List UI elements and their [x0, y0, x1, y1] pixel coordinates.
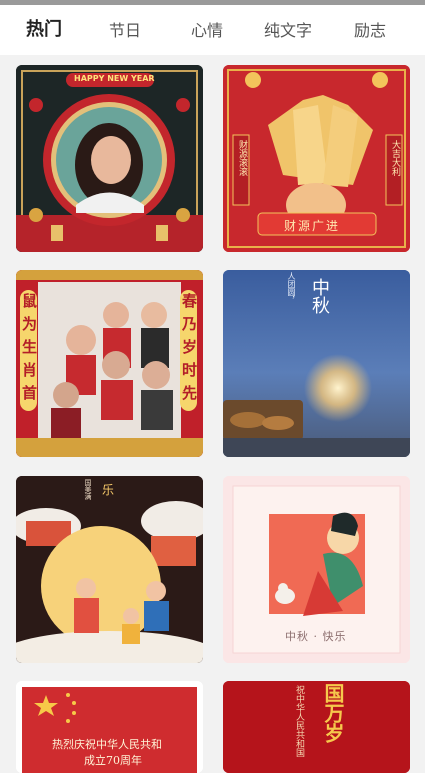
- card-artwork: [16, 270, 203, 457]
- tab-festival[interactable]: 节日: [109, 21, 141, 41]
- card-artwork: [16, 65, 203, 252]
- card-banner-text: HAPPY NEW YEAR: [74, 74, 155, 83]
- card-small-text: 人团圆，: [287, 272, 296, 304]
- couplet-left: 鼠为生肖首: [20, 290, 38, 411]
- tab-mood[interactable]: 心情: [191, 21, 223, 41]
- template-card[interactable]: 中秋 人团圆，: [223, 270, 410, 457]
- card-title-text: 中秋: [309, 278, 330, 314]
- card-line-1: 热烈庆祝中华人民共和: [52, 738, 162, 751]
- tab-inspiration[interactable]: 励志: [354, 21, 386, 41]
- template-card[interactable]: 财源广进 财源滚滚 大吉大利: [223, 65, 410, 252]
- card-title-text: 国万岁: [321, 683, 345, 743]
- card-artwork: [223, 681, 410, 773]
- template-card[interactable]: 鼠为生肖首 春乃岁时先: [16, 270, 203, 457]
- card-artwork: [16, 476, 203, 663]
- template-card[interactable]: 中秋 · 快乐: [223, 476, 410, 663]
- card-small-text: 国美满: [84, 479, 92, 500]
- template-card[interactable]: 国万岁 祝中华人民共和国: [223, 681, 410, 773]
- template-grid: HAPPY NEW YEAR 财源广进 财源滚滚 大吉大利 鼠为生肖首 春乃岁时…: [0, 58, 425, 773]
- template-card[interactable]: 乐 国美满: [16, 476, 203, 663]
- card-side-tag: 大吉大利: [390, 140, 400, 176]
- card-caption: 中秋 · 快乐: [285, 630, 347, 643]
- tab-hot[interactable]: 热门: [26, 20, 62, 40]
- card-line-2: 成立70周年: [84, 754, 142, 767]
- card-title-text: 财源广进: [284, 219, 341, 233]
- category-tab-bar: 热门 节日 心情 纯文字 励志: [0, 5, 425, 55]
- template-card[interactable]: HAPPY NEW YEAR: [16, 65, 203, 252]
- card-small-text: 祝中华人民共和国: [294, 685, 304, 757]
- card-side-tag: 财源滚滚: [237, 140, 247, 176]
- card-title-text: 乐: [102, 483, 115, 497]
- tab-pure-text[interactable]: 纯文字: [264, 21, 312, 41]
- couplet-right: 春乃岁时先: [180, 290, 198, 411]
- template-card[interactable]: 热烈庆祝中华人民共和 成立70周年: [16, 681, 203, 773]
